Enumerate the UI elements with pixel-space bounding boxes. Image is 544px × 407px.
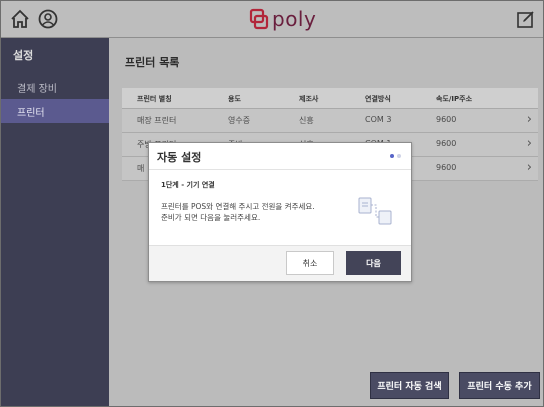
sidebar-item-payment-device[interactable]: 결제 장비 bbox=[1, 75, 109, 99]
dialog-message-line: 준비가 되면 다음을 눌러주세요. bbox=[161, 213, 261, 222]
sidebar-item-label: 프린터 bbox=[17, 108, 45, 119]
chevron-right-icon[interactable]: › bbox=[527, 136, 532, 151]
auto-setup-dialog: 자동 설정 1단계 - 기기 연결 프린터를 POS와 연결해 주시고 전원을 … bbox=[148, 142, 412, 282]
brand-logo: poly bbox=[249, 7, 316, 31]
chevron-right-icon[interactable]: › bbox=[527, 160, 532, 175]
dialog-header: 자동 설정 bbox=[149, 143, 411, 170]
step-dot bbox=[397, 154, 401, 158]
column-header-alias: 프린터 별칭 bbox=[137, 95, 172, 103]
dialog-footer: 취소 다음 bbox=[149, 245, 411, 281]
brand-logo-text: poly bbox=[272, 7, 317, 31]
table-row[interactable]: 매장 프린터 영수증 신흥 COM 3 9600 › bbox=[122, 109, 538, 133]
cell-alias: 매장 프린터 bbox=[137, 116, 177, 125]
user-circle-icon[interactable] bbox=[37, 8, 59, 30]
sidebar-title: 설정 bbox=[13, 49, 34, 62]
page-title: 프린터 목록 bbox=[125, 56, 180, 69]
step-label: 1단계 - 기기 연결 bbox=[161, 181, 215, 189]
sidebar-item-printer[interactable]: 프린터 bbox=[1, 99, 109, 123]
step-indicator bbox=[390, 154, 401, 158]
top-bar: poly bbox=[1, 1, 543, 38]
dialog-title: 자동 설정 bbox=[157, 151, 202, 164]
device-connection-icon bbox=[358, 197, 392, 225]
cell-alias: 매 bbox=[137, 164, 145, 173]
column-header-speed: 속도/IP주소 bbox=[436, 95, 473, 103]
edit-square-icon[interactable] bbox=[515, 8, 537, 30]
cancel-button[interactable]: 취소 bbox=[286, 251, 334, 275]
column-header-connection: 연결방식 bbox=[365, 95, 391, 103]
cell-speed: 9600 bbox=[436, 163, 457, 172]
table-header: 프린터 별칭 용도 제조사 연결방식 속도/IP주소 bbox=[122, 88, 538, 109]
auto-search-printer-button[interactable]: 프린터 자동 검색 bbox=[370, 372, 449, 399]
cell-purpose: 영수증 bbox=[228, 116, 251, 125]
app-window: poly 설정 결제 장비 프린터 프린터 목록 프린터 별칭 용도 제조사 연… bbox=[0, 0, 544, 407]
dialog-message-line: 프린터를 POS와 연결해 주시고 전원을 켜주세요. bbox=[161, 202, 315, 211]
home-icon[interactable] bbox=[9, 8, 31, 30]
cell-connection: COM 3 bbox=[365, 115, 392, 124]
chevron-right-icon[interactable]: › bbox=[527, 112, 532, 127]
sidebar-item-label: 결제 장비 bbox=[17, 84, 57, 95]
step-dot-active bbox=[390, 154, 394, 158]
manual-add-printer-button[interactable]: 프린터 수동 추가 bbox=[459, 372, 540, 399]
brand-logo-icon bbox=[249, 8, 269, 30]
column-header-maker: 제조사 bbox=[299, 95, 319, 103]
column-header-purpose: 용도 bbox=[228, 95, 241, 103]
sidebar: 설정 결제 장비 프린터 bbox=[1, 38, 109, 406]
cell-speed: 9600 bbox=[436, 115, 457, 124]
cell-maker: 신흥 bbox=[299, 116, 314, 125]
next-button[interactable]: 다음 bbox=[346, 251, 401, 275]
dialog-message: 프린터를 POS와 연결해 주시고 전원을 켜주세요. 준비가 되면 다음을 눌… bbox=[161, 201, 315, 223]
cell-speed: 9600 bbox=[436, 139, 457, 148]
